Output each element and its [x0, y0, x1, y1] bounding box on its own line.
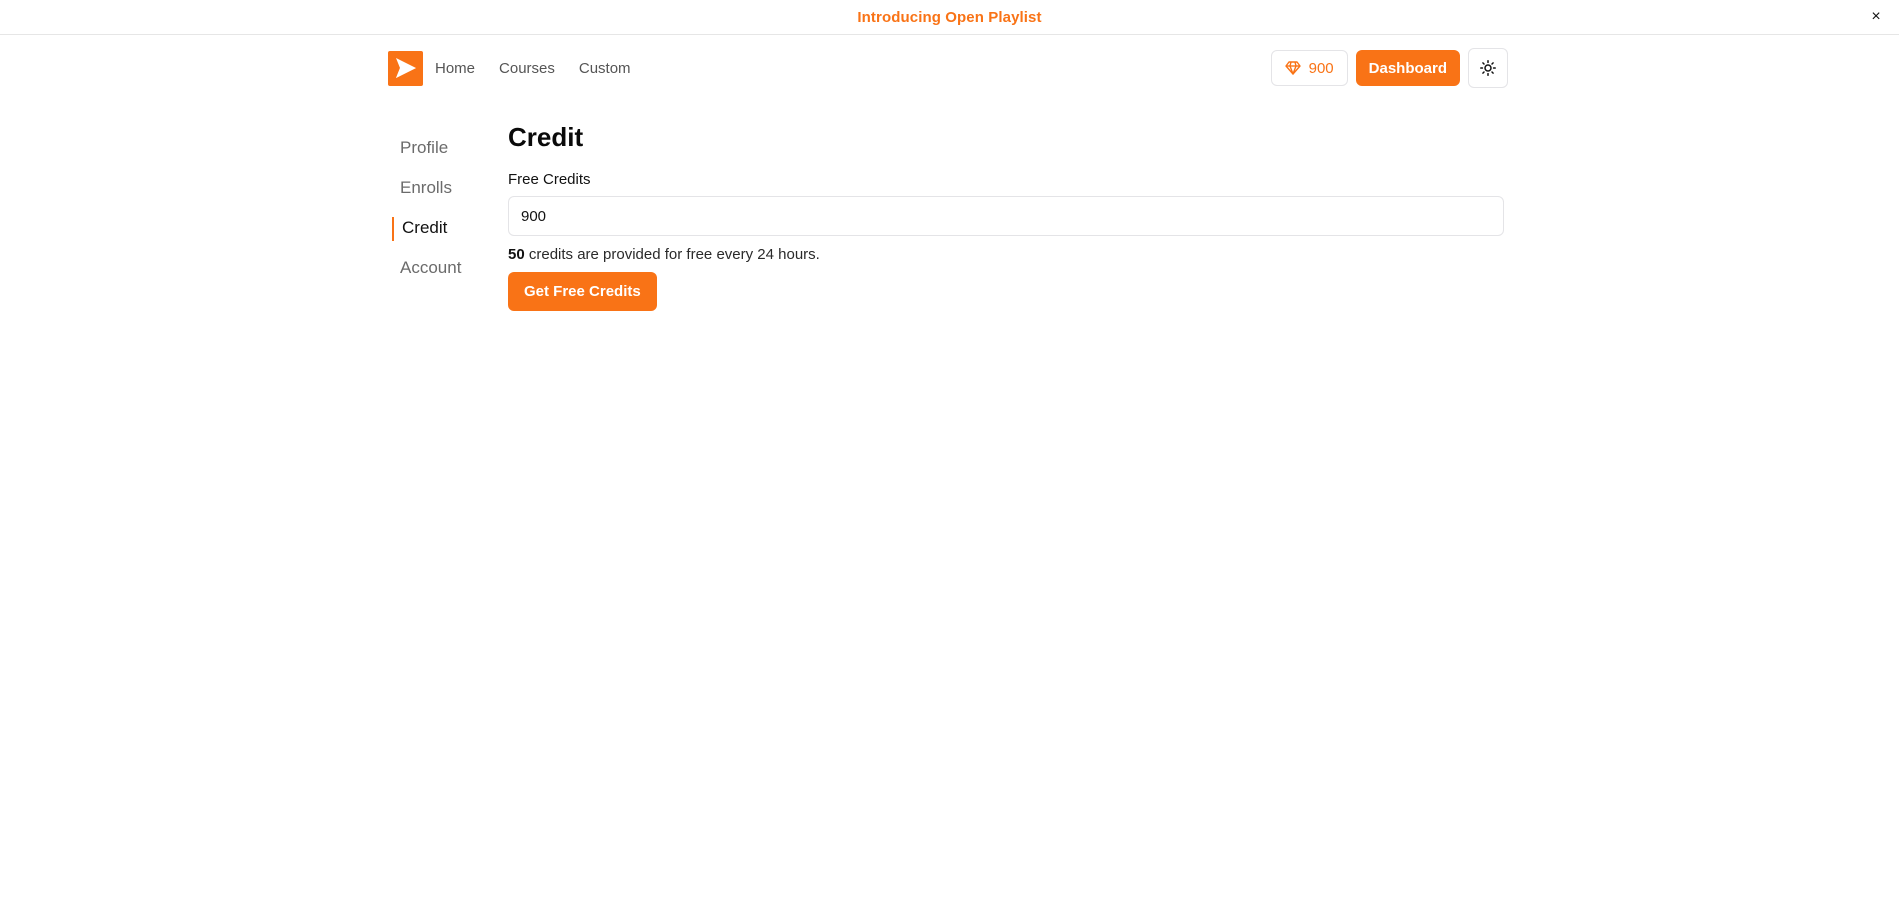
sidebar-item-credit[interactable]: Credit [390, 208, 490, 248]
credits-helper-text: 50 credits are provided for free every 2… [508, 246, 1504, 263]
settings-sidebar: Profile Enrolls Credit Account [390, 128, 490, 288]
sidebar-item-profile[interactable]: Profile [390, 128, 490, 168]
credits-value: 900 [1308, 59, 1334, 77]
announcement-banner: Introducing Open Playlist × [0, 0, 1899, 35]
get-free-credits-button[interactable]: Get Free Credits [508, 272, 657, 311]
dashboard-button[interactable]: Dashboard [1355, 50, 1460, 86]
nav-custom[interactable]: Custom [579, 60, 631, 77]
free-credits-label: Free Credits [508, 171, 591, 188]
nav-courses[interactable]: Courses [499, 60, 555, 77]
header-actions: 900 Dashboard [1270, 48, 1508, 88]
credits-helper-sentence: credits are provided for free every 24 h… [524, 246, 820, 263]
close-icon[interactable]: × [1865, 6, 1887, 28]
sun-icon [1480, 60, 1496, 76]
page-title: Credit [508, 122, 584, 152]
free-credits-input[interactable] [508, 196, 1504, 236]
credits-balance[interactable]: 900 [1270, 50, 1348, 86]
credits-amount: 50 [508, 246, 525, 263]
credit-panel: Credit Free Credits 50 credits are provi… [508, 122, 1504, 311]
top-navbar: Home Courses Custom 900 Dashboard [388, 48, 1508, 88]
announcement-text[interactable]: Introducing Open Playlist [857, 9, 1041, 26]
sidebar-item-account[interactable]: Account [390, 248, 490, 288]
main-nav: Home Courses Custom [435, 60, 655, 77]
play-logo-icon[interactable] [388, 50, 423, 86]
gem-icon [1284, 61, 1301, 75]
nav-home[interactable]: Home [435, 60, 475, 77]
theme-toggle-button[interactable] [1468, 48, 1508, 88]
sidebar-item-enrolls[interactable]: Enrolls [390, 168, 490, 208]
